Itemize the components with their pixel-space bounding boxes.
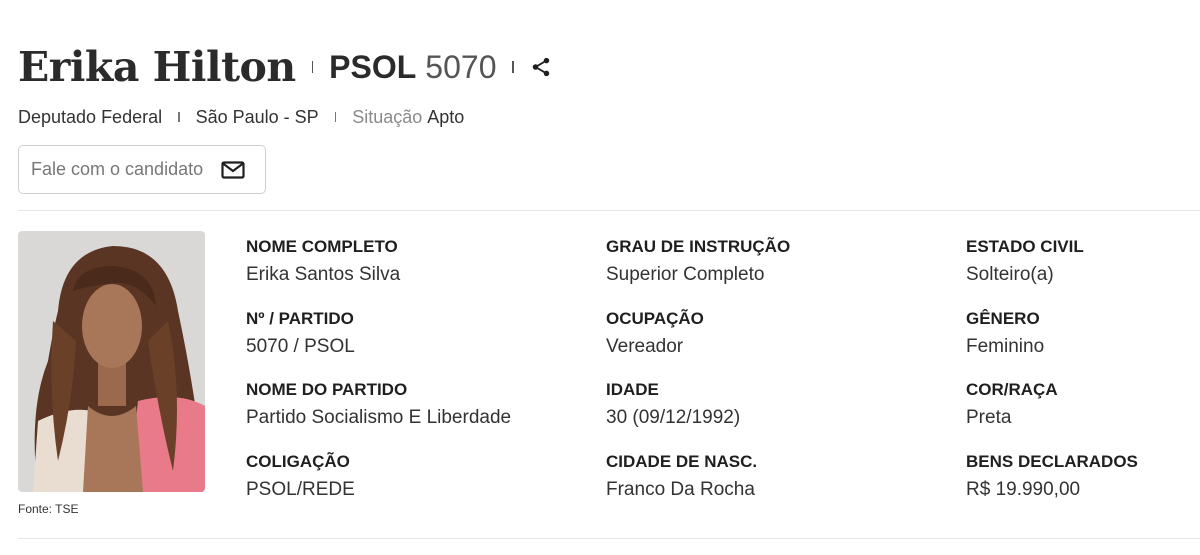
field-number-party: Nº / PARTIDO 5070 / PSOL — [246, 308, 586, 359]
status-value: Apto — [427, 106, 465, 127]
divider — [18, 538, 1200, 539]
field-birth-city: CIDADE DE NASC. Franco Da Rocha — [606, 451, 946, 502]
field-declared-assets: BENS DECLARADOS R$ 19.990,00 — [966, 451, 1196, 502]
field-occupation: OCUPAÇÃO Vereador — [606, 308, 946, 359]
party-acronym: PSOL — [329, 48, 417, 85]
contact-candidate-button[interactable]: Fale com o candidato — [18, 145, 266, 194]
field-label: NOME COMPLETO — [246, 237, 398, 256]
status-label: Situação — [352, 106, 423, 127]
field-label: GRAU DE INSTRUÇÃO — [606, 237, 791, 256]
field-value: Feminino — [966, 336, 1045, 357]
separator — [178, 112, 180, 122]
field-value: PSOL/REDE — [246, 479, 355, 500]
candidate-name: Erika Hilton — [18, 43, 296, 91]
field-coalition: COLIGAÇÃO PSOL/REDE — [246, 451, 586, 502]
separator — [311, 61, 314, 73]
photo-caption: Fonte: TSE — [18, 502, 79, 516]
field-value: Partido Socialismo E Liberdade — [246, 407, 512, 428]
field-label: COLIGAÇÃO — [246, 452, 350, 471]
field-value: Preta — [966, 407, 1012, 428]
field-party-name: NOME DO PARTIDO Partido Socialismo E Lib… — [246, 379, 586, 430]
portrait-illustration — [18, 231, 205, 492]
mail-icon — [221, 160, 245, 179]
contact-button-label: Fale com o candidato — [31, 159, 204, 179]
candidate-number: 5070 — [425, 48, 497, 85]
candidate-header: Erika Hilton PSOL 5070 — [18, 40, 552, 94]
field-value: Solteiro(a) — [966, 264, 1054, 285]
field-label: OCUPAÇÃO — [606, 309, 704, 328]
share-icon[interactable] — [530, 56, 552, 78]
separator — [512, 61, 514, 73]
candidate-subline: Deputado Federal São Paulo - SP Situação… — [18, 105, 464, 129]
field-value: R$ 19.990,00 — [966, 479, 1081, 500]
divider — [18, 210, 1200, 211]
field-gender: GÊNERO Feminino — [966, 308, 1196, 359]
field-value: Superior Completo — [606, 264, 765, 285]
location: São Paulo - SP — [195, 106, 319, 127]
field-label: Nº / PARTIDO — [246, 309, 354, 328]
field-label: ESTADO CIVIL — [966, 237, 1084, 256]
field-race: COR/RAÇA Preta — [966, 379, 1196, 430]
field-value: 30 (09/12/1992) — [606, 407, 741, 428]
field-marital-status: ESTADO CIVIL Solteiro(a) — [966, 236, 1196, 287]
field-value: Vereador — [606, 336, 684, 357]
field-label: IDADE — [606, 380, 659, 399]
field-label: GÊNERO — [966, 309, 1040, 328]
candidate-photo — [18, 231, 205, 492]
field-value: 5070 / PSOL — [246, 336, 355, 357]
field-label: CIDADE DE NASC. — [606, 452, 758, 471]
separator — [334, 112, 337, 122]
field-age: IDADE 30 (09/12/1992) — [606, 379, 946, 430]
field-label: COR/RAÇA — [966, 380, 1058, 399]
office: Deputado Federal — [18, 106, 163, 127]
field-value: Franco Da Rocha — [606, 479, 755, 500]
field-education: GRAU DE INSTRUÇÃO Superior Completo — [606, 236, 946, 287]
field-value: Erika Santos Silva — [246, 264, 401, 285]
field-full-name: NOME COMPLETO Erika Santos Silva — [246, 236, 586, 287]
field-label: BENS DECLARADOS — [966, 452, 1138, 471]
field-label: NOME DO PARTIDO — [246, 380, 408, 399]
